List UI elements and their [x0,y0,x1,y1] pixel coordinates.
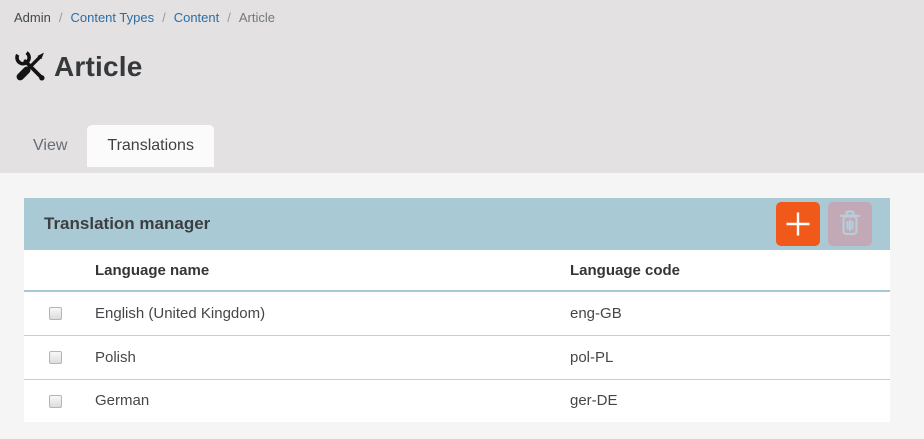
language-name-cell: Polish [95,335,570,379]
breadcrumb-separator: / [162,10,166,25]
row-checkbox-cell [24,291,95,335]
breadcrumb-link-content[interactable]: Content [174,10,220,25]
column-header-language-name: Language name [95,250,570,291]
table-header-row: Language name Language code [24,250,890,291]
table-row: German ger-DE [24,379,890,422]
language-code-cell: eng-GB [570,291,890,335]
row-checkbox-cell [24,335,95,379]
column-header-language-code: Language code [570,250,890,291]
translation-manager-panel: Translation manager [24,173,890,422]
breadcrumb-item-article: Article [239,10,275,25]
plus-icon [776,202,820,246]
panel-title: Translation manager [44,214,768,234]
trash-icon [828,202,872,246]
row-checkbox-cell [24,379,95,422]
breadcrumb-link-content-types[interactable]: Content Types [70,10,154,25]
delete-translation-button[interactable] [828,202,872,246]
tab-panel-translations: Translation manager [0,173,924,439]
breadcrumb-separator: / [227,10,231,25]
table-row: English (United Kingdom) eng-GB [24,291,890,335]
language-name-cell: English (United Kingdom) [95,291,570,335]
title-row: Article [14,50,924,83]
language-code-cell: ger-DE [570,379,890,422]
tab-translations[interactable]: Translations [87,125,214,167]
tab-view[interactable]: View [13,125,87,167]
row-checkbox-pol-pl[interactable] [49,351,62,364]
add-translation-button[interactable] [776,202,820,246]
page-header: Admin / Content Types / Content / Articl… [0,0,924,173]
translation-manager-header: Translation manager [24,198,890,250]
breadcrumb-item-admin: Admin [14,10,51,25]
tab-bar: View Translations [0,125,924,167]
table-row: Polish pol-PL [24,335,890,379]
page-title: Article [54,51,143,83]
language-code-cell: pol-PL [570,335,890,379]
select-column-header [24,250,95,291]
translations-table: Language name Language code English (Uni… [24,250,890,422]
row-checkbox-eng-gb[interactable] [49,307,62,320]
row-checkbox-ger-de[interactable] [49,395,62,408]
breadcrumb-separator: / [59,10,63,25]
tools-icon [14,50,47,83]
language-name-cell: German [95,379,570,422]
breadcrumb: Admin / Content Types / Content / Articl… [0,0,924,25]
